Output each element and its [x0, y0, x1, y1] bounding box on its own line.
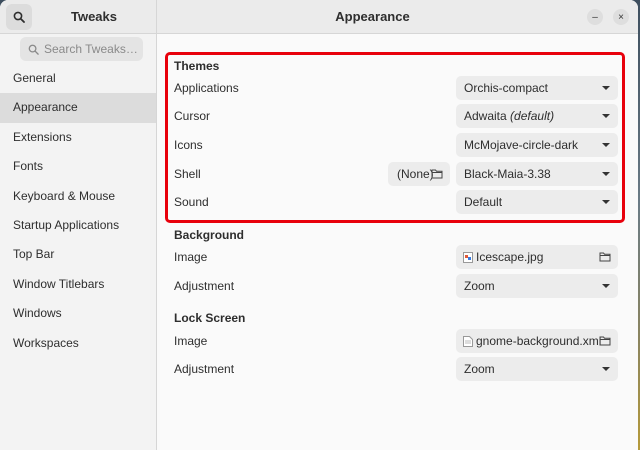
sidebar-search-box[interactable] — [20, 37, 143, 61]
chevron-down-icon — [602, 172, 610, 176]
folder-icon — [431, 169, 443, 179]
sound-label: Sound — [174, 195, 209, 209]
folder-icon — [599, 252, 611, 262]
shell-theme-combo[interactable]: Black-Maia-3.38 — [456, 162, 618, 186]
sidebar: General Appearance Extensions Fonts Keyb… — [0, 34, 157, 450]
minimize-button[interactable]: – — [587, 9, 603, 25]
sound-theme-value: Default — [464, 195, 503, 209]
sidebar-item-workspaces[interactable]: Workspaces — [0, 329, 156, 358]
cursor-default-tag: (default) — [510, 109, 555, 123]
lock-screen-heading: Lock Screen — [174, 311, 246, 325]
cursor-theme-combo[interactable]: Adwaita (default) — [456, 104, 618, 128]
shell-file-value: (None) — [397, 167, 434, 181]
close-icon: × — [618, 11, 624, 23]
chevron-down-icon — [602, 114, 610, 118]
close-button[interactable]: × — [613, 9, 629, 25]
lock-screen-image-button[interactable]: gnome-background.xml — [456, 329, 618, 353]
background-adjustment-label: Adjustment — [174, 279, 235, 293]
sidebar-item-windows[interactable]: Windows — [0, 299, 156, 328]
lock-screen-image-value: gnome-background.xml — [476, 334, 602, 348]
sidebar-nav: General Appearance Extensions Fonts Keyb… — [0, 64, 156, 358]
sidebar-item-window-titlebars[interactable]: Window Titlebars — [0, 270, 156, 299]
icons-theme-combo[interactable]: McMojave-circle-dark — [456, 133, 618, 157]
themes-heading: Themes — [174, 59, 220, 73]
cursor-label: Cursor — [174, 109, 211, 123]
sidebar-item-fonts[interactable]: Fonts — [0, 152, 156, 181]
search-icon — [13, 11, 25, 23]
sound-theme-combo[interactable]: Default — [456, 190, 618, 214]
appearance-panel: Themes Applications Orchis-compact Curso… — [158, 34, 638, 450]
icons-theme-value: McMojave-circle-dark — [464, 138, 579, 152]
applications-theme-combo[interactable]: Orchis-compact — [456, 76, 618, 100]
background-adjustment-value: Zoom — [464, 279, 495, 293]
background-image-label: Image — [174, 250, 208, 264]
document-file-icon — [463, 336, 473, 348]
page-title: Appearance — [335, 9, 410, 24]
background-adjustment-combo[interactable]: Zoom — [456, 274, 618, 298]
header-bar: Tweaks Appearance – × — [0, 0, 638, 34]
sidebar-item-extensions[interactable]: Extensions — [0, 123, 156, 152]
app-title: Tweaks — [70, 9, 117, 24]
background-image-value: Icescape.jpg — [476, 250, 544, 264]
icons-label: Icons — [174, 138, 203, 152]
applications-label: Applications — [174, 81, 239, 95]
image-file-icon — [463, 252, 473, 264]
lock-screen-adjustment-combo[interactable]: Zoom — [456, 357, 618, 381]
sidebar-header: Tweaks — [0, 0, 157, 34]
search-input[interactable] — [44, 42, 139, 56]
sidebar-item-appearance[interactable]: Appearance — [0, 93, 156, 123]
lock-screen-adjustment-value: Zoom — [464, 362, 495, 376]
sidebar-item-keyboard-mouse[interactable]: Keyboard & Mouse — [0, 182, 156, 211]
chevron-down-icon — [602, 86, 610, 90]
sidebar-item-general[interactable]: General — [0, 64, 156, 93]
minimize-icon: – — [592, 11, 598, 23]
chevron-down-icon — [602, 284, 610, 288]
background-heading: Background — [174, 228, 245, 242]
chevron-down-icon — [602, 143, 610, 147]
search-button[interactable] — [6, 4, 32, 30]
folder-icon — [599, 336, 611, 346]
tweaks-window: Tweaks Appearance – × General Appearance… — [0, 0, 638, 450]
shell-file-button[interactable]: (None) — [388, 162, 450, 186]
chevron-down-icon — [602, 200, 610, 204]
lock-screen-adjustment-label: Adjustment — [174, 362, 235, 376]
background-image-button[interactable]: Icescape.jpg — [456, 245, 618, 269]
sidebar-item-startup-applications[interactable]: Startup Applications — [0, 211, 156, 240]
sidebar-item-top-bar[interactable]: Top Bar — [0, 240, 156, 269]
applications-theme-value: Orchis-compact — [464, 81, 549, 95]
shell-theme-value: Black-Maia-3.38 — [464, 167, 551, 181]
search-icon — [28, 44, 39, 55]
shell-label: Shell — [174, 167, 201, 181]
cursor-theme-value: Adwaita — [464, 109, 507, 123]
chevron-down-icon — [602, 367, 610, 371]
lock-screen-image-label: Image — [174, 334, 208, 348]
